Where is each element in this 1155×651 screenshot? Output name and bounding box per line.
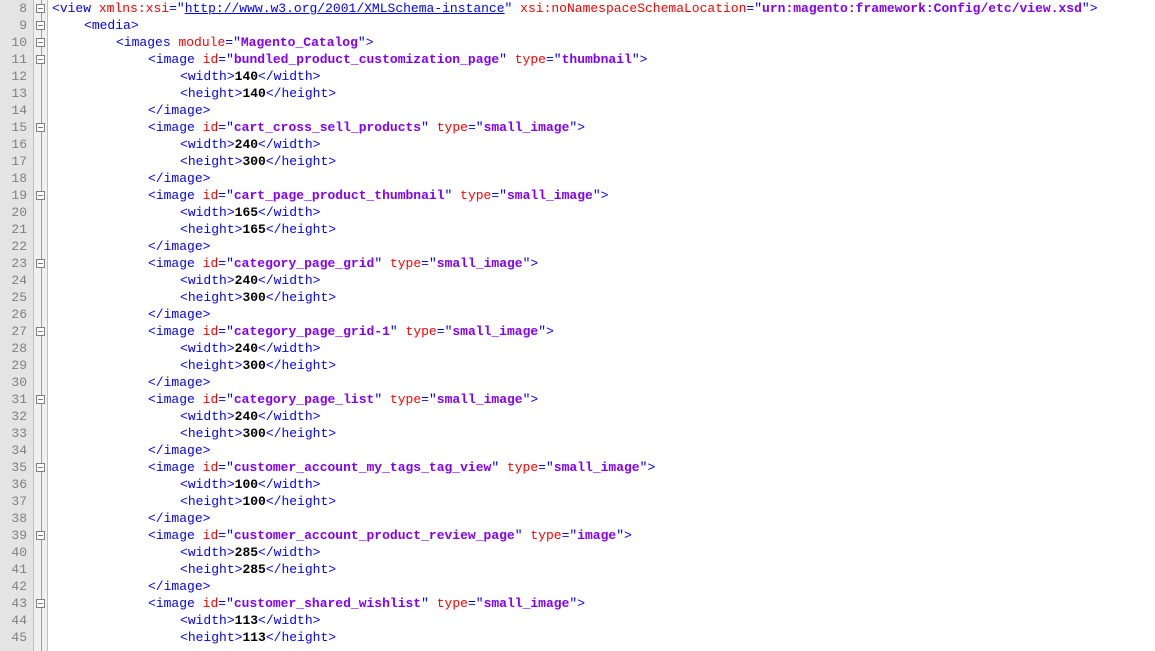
fold-toggle-icon[interactable]	[36, 395, 45, 404]
code-line[interactable]: <image id="cart_cross_sell_products" typ…	[52, 119, 1155, 136]
line-number: 42	[6, 578, 27, 595]
line-number: 12	[6, 68, 27, 85]
line-number: 15	[6, 119, 27, 136]
line-number: 41	[6, 561, 27, 578]
line-number: 45	[6, 629, 27, 646]
fold-toggle-icon[interactable]	[36, 599, 45, 608]
code-line[interactable]: </image>	[52, 442, 1155, 459]
fold-toggle-icon[interactable]	[36, 191, 45, 200]
line-number: 33	[6, 425, 27, 442]
code-line[interactable]: <height>113</height>	[52, 629, 1155, 646]
line-number: 35	[6, 459, 27, 476]
code-line[interactable]: </image>	[52, 238, 1155, 255]
fold-toggle-icon[interactable]	[36, 327, 45, 336]
fold-toggle-icon[interactable]	[36, 4, 45, 13]
fold-toggle-icon[interactable]	[36, 55, 45, 64]
code-line[interactable]: <image id="category_page_list" type="sma…	[52, 391, 1155, 408]
code-line[interactable]: <width>140</width>	[52, 68, 1155, 85]
line-number: 13	[6, 85, 27, 102]
code-line[interactable]: </image>	[52, 578, 1155, 595]
line-number: 30	[6, 374, 27, 391]
code-line[interactable]: <width>240</width>	[52, 408, 1155, 425]
line-number: 16	[6, 136, 27, 153]
line-number: 10	[6, 34, 27, 51]
fold-toggle-icon[interactable]	[36, 38, 45, 47]
line-number: 24	[6, 272, 27, 289]
line-number: 28	[6, 340, 27, 357]
code-line[interactable]: <image id="customer_account_my_tags_tag_…	[52, 459, 1155, 476]
code-line[interactable]: </image>	[52, 102, 1155, 119]
line-number-gutter: 8910111213141516171819202122232425262728…	[0, 0, 34, 651]
line-number: 31	[6, 391, 27, 408]
fold-gutter[interactable]	[34, 0, 48, 651]
line-number: 36	[6, 476, 27, 493]
code-line[interactable]: <height>300</height>	[52, 425, 1155, 442]
fold-toggle-icon[interactable]	[36, 123, 45, 132]
line-number: 32	[6, 408, 27, 425]
line-number: 14	[6, 102, 27, 119]
line-number: 18	[6, 170, 27, 187]
line-number: 21	[6, 221, 27, 238]
code-line[interactable]: <height>300</height>	[52, 289, 1155, 306]
line-number: 39	[6, 527, 27, 544]
code-line[interactable]: <image id="bundled_product_customization…	[52, 51, 1155, 68]
line-number: 27	[6, 323, 27, 340]
code-line[interactable]: <image id="customer_shared_wishlist" typ…	[52, 595, 1155, 612]
code-line[interactable]: </image>	[52, 374, 1155, 391]
line-number: 25	[6, 289, 27, 306]
line-number: 38	[6, 510, 27, 527]
code-line[interactable]: <height>300</height>	[52, 357, 1155, 374]
fold-toggle-icon[interactable]	[36, 463, 45, 472]
code-line[interactable]: <media>	[52, 17, 1155, 34]
code-line[interactable]: <width>113</width>	[52, 612, 1155, 629]
line-number: 29	[6, 357, 27, 374]
code-editor[interactable]: 8910111213141516171819202122232425262728…	[0, 0, 1155, 651]
code-line[interactable]: <width>100</width>	[52, 476, 1155, 493]
code-line[interactable]: <width>285</width>	[52, 544, 1155, 561]
code-line[interactable]: <width>240</width>	[52, 340, 1155, 357]
code-line[interactable]: <height>140</height>	[52, 85, 1155, 102]
fold-toggle-icon[interactable]	[36, 21, 45, 30]
code-line[interactable]: <height>100</height>	[52, 493, 1155, 510]
code-line[interactable]: </image>	[52, 510, 1155, 527]
line-number: 34	[6, 442, 27, 459]
code-line[interactable]: <height>165</height>	[52, 221, 1155, 238]
line-number: 37	[6, 493, 27, 510]
code-line[interactable]: <width>165</width>	[52, 204, 1155, 221]
line-number: 11	[6, 51, 27, 68]
code-line[interactable]: <width>240</width>	[52, 272, 1155, 289]
line-number: 43	[6, 595, 27, 612]
code-line[interactable]: <images module="Magento_Catalog">	[52, 34, 1155, 51]
line-number: 23	[6, 255, 27, 272]
fold-toggle-icon[interactable]	[36, 259, 45, 268]
code-line[interactable]: </image>	[52, 170, 1155, 187]
code-line[interactable]: <image id="cart_page_product_thumbnail" …	[52, 187, 1155, 204]
code-line[interactable]: <image id="customer_account_product_revi…	[52, 527, 1155, 544]
line-number: 17	[6, 153, 27, 170]
line-number: 44	[6, 612, 27, 629]
code-line[interactable]: <width>240</width>	[52, 136, 1155, 153]
code-line[interactable]: </image>	[52, 306, 1155, 323]
line-number: 22	[6, 238, 27, 255]
line-number: 8	[6, 0, 27, 17]
fold-toggle-icon[interactable]	[36, 531, 45, 540]
line-number: 40	[6, 544, 27, 561]
line-number: 26	[6, 306, 27, 323]
line-number: 19	[6, 187, 27, 204]
line-number: 9	[6, 17, 27, 34]
code-line[interactable]: <view xmlns:xsi="http://www.w3.org/2001/…	[52, 0, 1155, 17]
code-line[interactable]: <height>285</height>	[52, 561, 1155, 578]
code-line[interactable]: <height>300</height>	[52, 153, 1155, 170]
code-line[interactable]: <image id="category_page_grid" type="sma…	[52, 255, 1155, 272]
code-line[interactable]: <image id="category_page_grid-1" type="s…	[52, 323, 1155, 340]
code-area[interactable]: <view xmlns:xsi="http://www.w3.org/2001/…	[48, 0, 1155, 651]
line-number: 20	[6, 204, 27, 221]
